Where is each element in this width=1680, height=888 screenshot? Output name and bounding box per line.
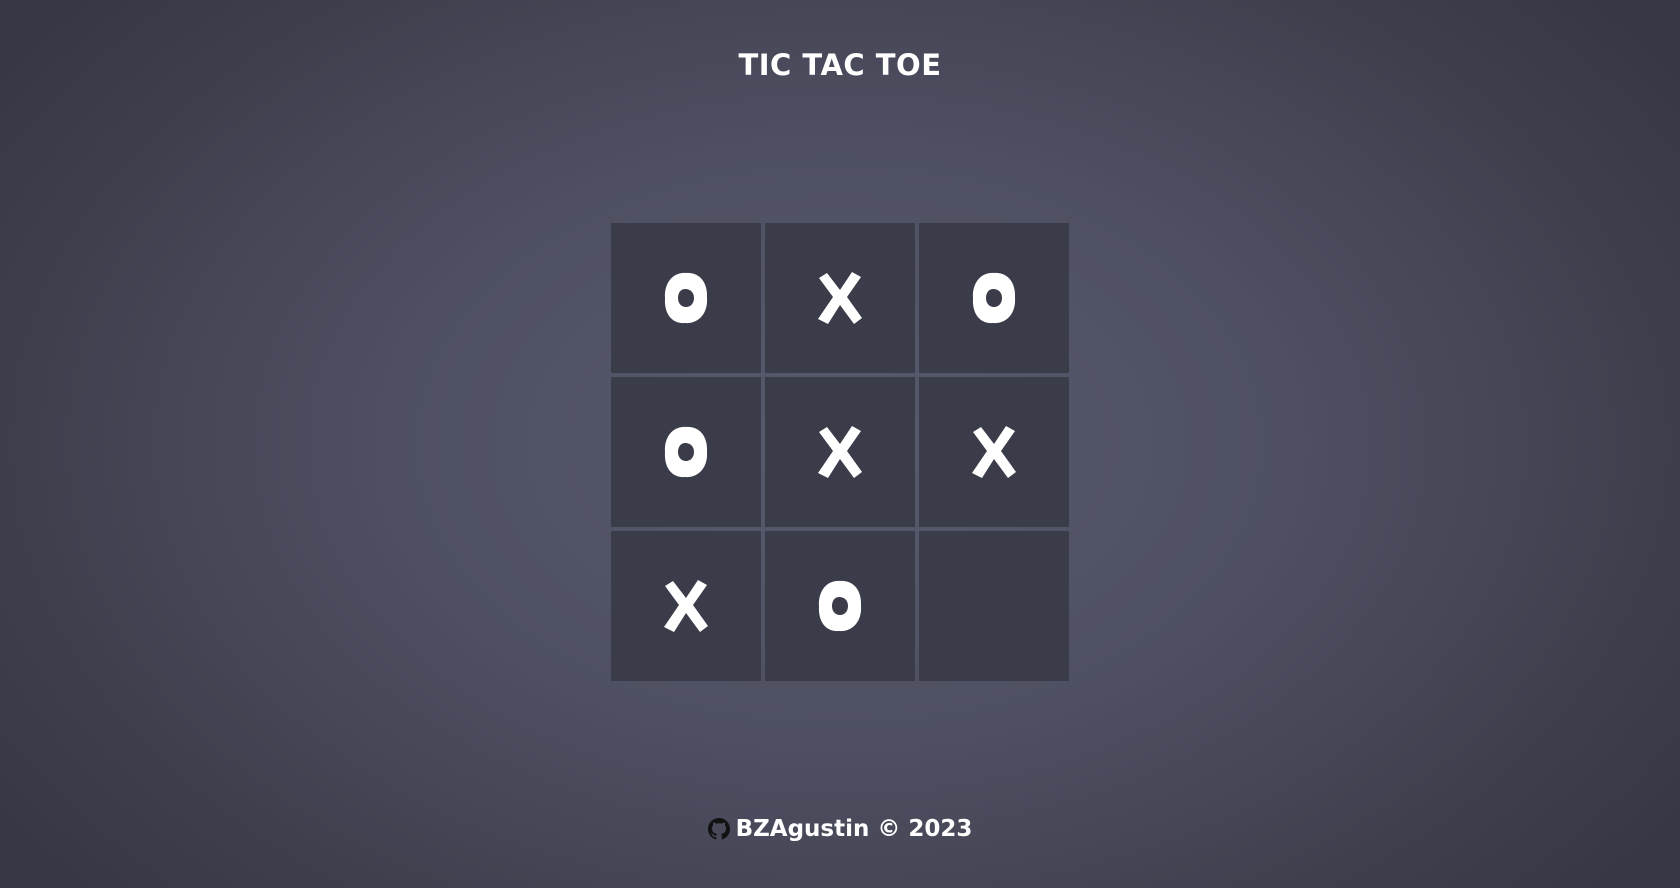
x-mark-icon [969,424,1019,480]
board-cell[interactable] [611,377,761,527]
board-cell[interactable] [919,377,1069,527]
github-icon[interactable] [707,818,730,840]
footer: BZAgustin © 2023 [0,816,1680,842]
board-cell[interactable] [919,531,1069,681]
board-cell[interactable] [765,377,915,527]
o-mark-icon [661,424,711,480]
board-cell[interactable] [611,223,761,373]
board-cell[interactable] [765,531,915,681]
x-mark-icon [661,578,711,634]
game-board [611,223,1069,681]
board-cell[interactable] [765,223,915,373]
board-cell[interactable] [611,531,761,681]
page-title: TIC TAC TOE [738,48,942,82]
x-mark-icon [815,424,865,480]
o-mark-icon [969,270,1019,326]
board-cell[interactable] [919,223,1069,373]
o-mark-icon [815,578,865,634]
footer-text[interactable]: BZAgustin © 2023 [736,816,973,842]
o-mark-icon [661,270,711,326]
x-mark-icon [815,270,865,326]
